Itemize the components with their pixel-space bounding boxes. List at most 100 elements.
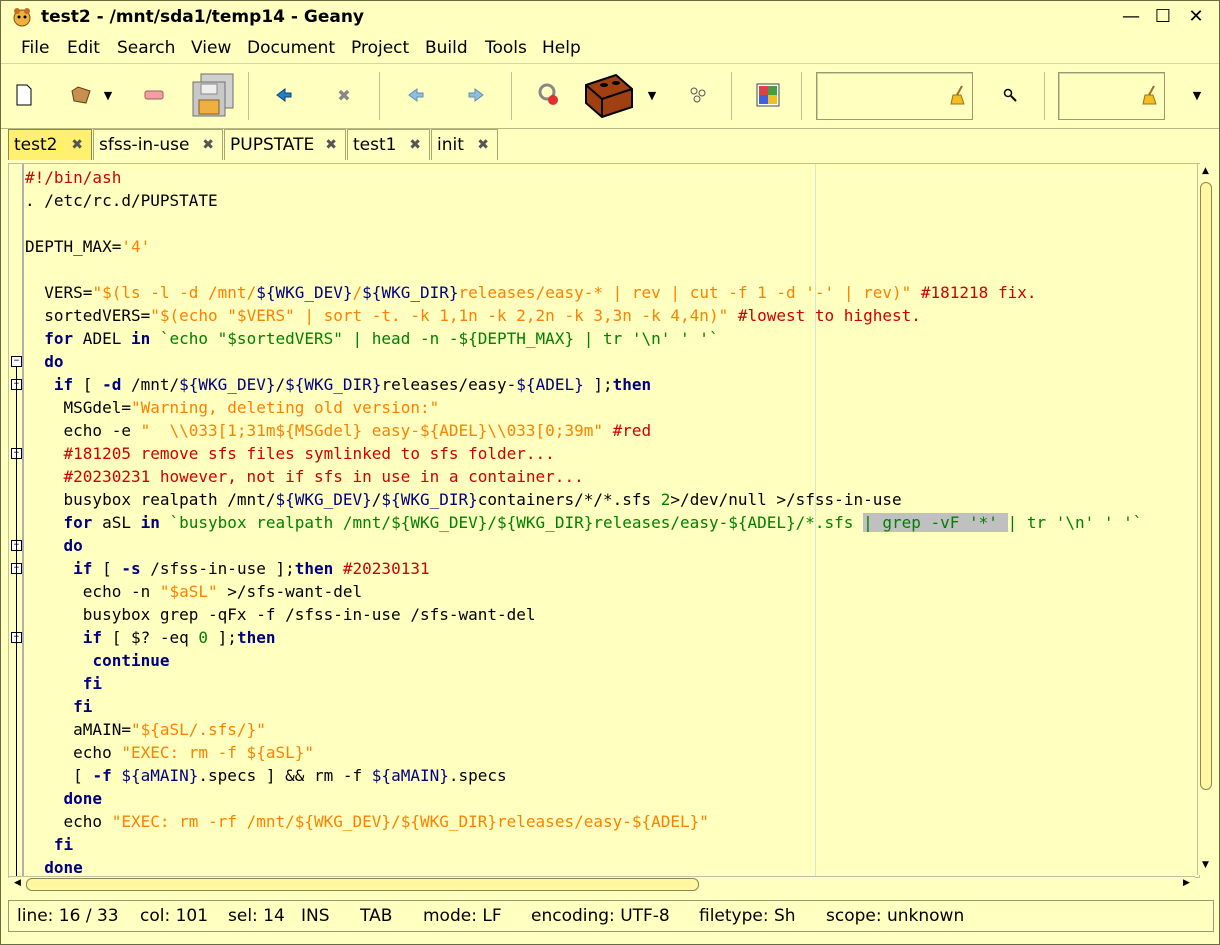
dropdown-icon[interactable]: ▼ [637, 80, 667, 110]
code-line[interactable]: echo -e " \\033[1;31m${MSGdel} easy-${AD… [25, 419, 1142, 442]
code-token: 0 [198, 628, 209, 647]
nav-forward-icon[interactable] [461, 80, 491, 110]
code-line[interactable]: do [25, 534, 1142, 557]
color-chooser-icon[interactable] [753, 80, 783, 110]
save-all-icon[interactable] [187, 70, 237, 120]
code-line[interactable]: do [25, 350, 1142, 373]
code-line[interactable] [25, 258, 1142, 281]
menu-edit[interactable]: Edit [67, 38, 100, 58]
nav-back-icon[interactable] [401, 80, 431, 110]
code-line[interactable]: for ADEL in `echo "$sortedVERS" | head -… [25, 327, 1142, 350]
menu-tools[interactable]: Tools [485, 38, 527, 58]
horizontal-scrollbar[interactable]: ◀ ▶ [9, 876, 1195, 892]
code-token: continue [92, 651, 170, 670]
search-icon[interactable] [995, 80, 1025, 110]
code-line[interactable]: echo "EXEC: rm -f ${aSL}" [25, 741, 1142, 764]
code-line[interactable]: #181205 remove sfs files symlinked to sf… [25, 442, 1142, 465]
tab-test2[interactable]: test2 ✖ [8, 129, 92, 160]
menu-view[interactable]: View [191, 38, 231, 58]
code-token: / [275, 375, 286, 394]
vertical-scrollbar[interactable]: ▲ ▼ [1197, 164, 1213, 875]
vertical-scroll-thumb[interactable] [1200, 182, 1212, 790]
tab-close-icon[interactable]: ✖ [477, 130, 489, 160]
scroll-right-icon[interactable]: ▶ [1179, 878, 1194, 888]
code-token: releases/easy- [381, 375, 517, 394]
code-line[interactable]: aMAIN="${aSL/.sfs/}" [25, 718, 1142, 741]
code-line[interactable]: DEPTH_MAX='4' [25, 235, 1142, 258]
horizontal-scroll-thumb[interactable] [26, 878, 699, 891]
code-token: then [612, 375, 652, 394]
code-line[interactable]: [ -f ${aMAIN}.specs ] && rm -f ${aMAIN}.… [25, 764, 1142, 787]
code-token: sortedVERS= [25, 306, 151, 325]
dropdown-icon[interactable]: ▼ [1182, 80, 1212, 110]
new-file-icon[interactable] [9, 80, 39, 110]
code-token: ${WKG_DIR} [381, 490, 478, 509]
execute-icon[interactable] [683, 80, 713, 110]
search-input[interactable] [816, 72, 973, 120]
compile-icon[interactable] [533, 80, 563, 110]
tab-init[interactable]: init ✖ [431, 129, 498, 160]
code-line[interactable] [25, 212, 1142, 235]
menu-help[interactable]: Help [542, 38, 581, 58]
scroll-left-icon[interactable]: ◀ [10, 878, 25, 888]
code-line[interactable]: fi [25, 672, 1142, 695]
tab-sfss-in-use[interactable]: sfss-in-use ✖ [93, 129, 223, 160]
close-window-button[interactable]: ✕ [1184, 6, 1208, 28]
code-line[interactable]: echo "EXEC: rm -rf /mnt/${WKG_DEV}/${WKG… [25, 810, 1142, 833]
code-line[interactable]: echo -n "$aSL" >/sfs-want-del [25, 580, 1142, 603]
code-line[interactable]: #20230231 however, not if sfs in use in … [25, 465, 1142, 488]
menu-project[interactable]: Project [351, 38, 409, 58]
code-token: if [82, 628, 103, 647]
maximize-button[interactable]: ☐ [1151, 6, 1175, 28]
code-token: ${WKG_DEV} [256, 283, 353, 302]
code-line[interactable]: done [25, 787, 1142, 810]
tab-close-icon[interactable]: ✖ [202, 130, 214, 160]
tab-close-icon[interactable]: ✖ [409, 130, 421, 160]
tab-pupstate[interactable]: PUPSTATE ✖ [224, 129, 346, 160]
code-line[interactable]: . /etc/rc.d/PUPSTATE [25, 189, 1142, 212]
code-line[interactable]: done [25, 856, 1142, 877]
code-line[interactable]: busybox grep -qFx -f /sfss-in-use /sfs-w… [25, 603, 1142, 626]
save-icon[interactable] [139, 80, 169, 110]
back-icon[interactable] [269, 80, 299, 110]
dropdown-icon[interactable]: ▼ [93, 80, 123, 110]
scroll-up-icon[interactable]: ▲ [1198, 166, 1213, 176]
code-line[interactable]: #!/bin/ash [25, 166, 1142, 189]
menu-search[interactable]: Search [117, 38, 175, 58]
code-token: .specs [448, 766, 507, 785]
code-line[interactable]: busybox realpath /mnt/${WKG_DEV}/${WKG_D… [25, 488, 1142, 511]
code-line[interactable]: for aSL in `busybox realpath /mnt/${WKG_… [25, 511, 1142, 534]
code-token: echo -e [25, 421, 141, 440]
menu-document[interactable]: Document [247, 38, 335, 58]
code-line[interactable]: MSGdel="Warning, deleting old version:" [25, 396, 1142, 419]
code-line[interactable]: if [ -d /mnt/${WKG_DEV}/${WKG_DIR}releas… [25, 373, 1142, 396]
code-token: ${ADEL} [516, 375, 584, 394]
build-icon[interactable] [581, 68, 637, 124]
code-editor[interactable]: −−−−−− #!/bin/ash. /etc/rc.d/PUPSTATE DE… [8, 163, 1200, 878]
status-tab: TAB [360, 906, 393, 926]
menu-file[interactable]: File [21, 38, 49, 58]
code-line[interactable]: VERS="$(ls -l -d /mnt/${WKG_DEV}/${WKG_D… [25, 281, 1142, 304]
code-line[interactable]: if [ -s /sfss-in-use ];then #20230131 [25, 557, 1142, 580]
close-icon[interactable]: ✖ [329, 80, 359, 110]
scroll-down-icon[interactable]: ▼ [1198, 860, 1213, 870]
code-token: "$aSL" [159, 582, 218, 601]
clear-icon[interactable] [1142, 85, 1160, 109]
code-line[interactable]: sortedVERS="$(echo "$VERS" | sort -t. -k… [25, 304, 1142, 327]
minimize-button[interactable]: — [1119, 6, 1143, 28]
goto-line-input[interactable] [1058, 72, 1165, 120]
tab-close-icon[interactable]: ✖ [325, 130, 337, 160]
code-line[interactable]: fi [25, 833, 1142, 856]
tab-test1[interactable]: test1 ✖ [347, 129, 430, 160]
tab-label: test1 [353, 135, 397, 155]
code-line[interactable]: continue [25, 649, 1142, 672]
code-line[interactable]: if [ $? -eq 0 ];then [25, 626, 1142, 649]
menu-build[interactable]: Build [425, 38, 468, 58]
title-bar[interactable]: test2 - /mnt/sda1/temp14 - Geany — ☐ ✕ [1, 1, 1219, 34]
code-text[interactable]: #!/bin/ash . /etc/rc.d/PUPSTATE DEPTH_MAX… [25, 166, 1142, 877]
tab-close-icon[interactable]: ✖ [71, 130, 83, 160]
code-line[interactable]: fi [25, 695, 1142, 718]
clear-icon[interactable] [950, 85, 968, 109]
